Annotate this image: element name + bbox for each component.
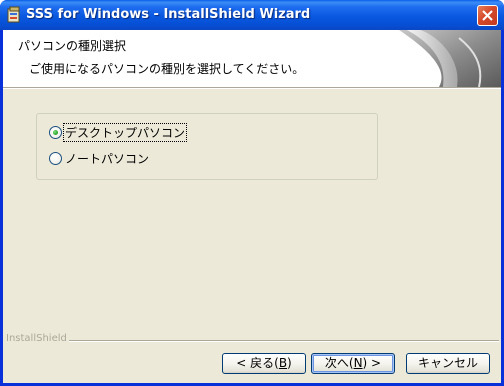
pc-type-group: デスクトップパソコン ノートパソコン xyxy=(36,113,378,180)
close-button[interactable] xyxy=(477,5,498,26)
banner-subtitle: ご使用になるパソコンの種別を選択してください。 xyxy=(29,62,305,76)
back-button[interactable]: < 戻る(B) xyxy=(222,353,306,374)
title-bar[interactable]: SSS for Windows - InstallShield Wizard xyxy=(0,0,504,30)
next-button[interactable]: 次へ(N) > xyxy=(311,353,395,374)
radio-notebook[interactable] xyxy=(49,151,62,165)
back-accesskey: B xyxy=(278,356,288,370)
installer-icon xyxy=(6,6,23,24)
installshield-brand: InstallShield xyxy=(6,333,67,344)
window-title: SSS for Windows - InstallShield Wizard xyxy=(26,7,311,22)
banner-title: パソコンの種別選択 xyxy=(18,39,127,53)
close-icon xyxy=(482,10,493,21)
installer-window: SSS for Windows - InstallShield Wizard パ… xyxy=(0,0,504,386)
option-desktop[interactable]: デスクトップパソコン xyxy=(49,122,188,142)
header-banner: パソコンの種別選択 ご使用になるパソコンの種別を選択してください。 xyxy=(3,30,501,87)
option-notebook[interactable]: ノートパソコン xyxy=(49,150,150,166)
next-label: 次へ( xyxy=(324,356,354,370)
back-label: < 戻る( xyxy=(236,356,279,370)
page-curl-graphic xyxy=(399,30,501,87)
footer-divider-highlight xyxy=(69,341,499,342)
radio-desktop[interactable] xyxy=(49,125,62,139)
next-accesskey: N xyxy=(353,356,363,370)
option-notebook-label[interactable]: ノートパソコン xyxy=(64,150,150,167)
back-label-suffix: ) xyxy=(287,356,292,370)
dialog-client-area: パソコンの種別選択 ご使用になるパソコンの種別を選択してください。 デスクトップ… xyxy=(3,30,501,383)
next-label-suffix: ) > xyxy=(362,356,382,370)
cancel-button[interactable]: キャンセル xyxy=(406,353,490,374)
banner-divider-highlight xyxy=(3,88,501,89)
option-desktop-label[interactable]: デスクトップパソコン xyxy=(62,122,188,142)
